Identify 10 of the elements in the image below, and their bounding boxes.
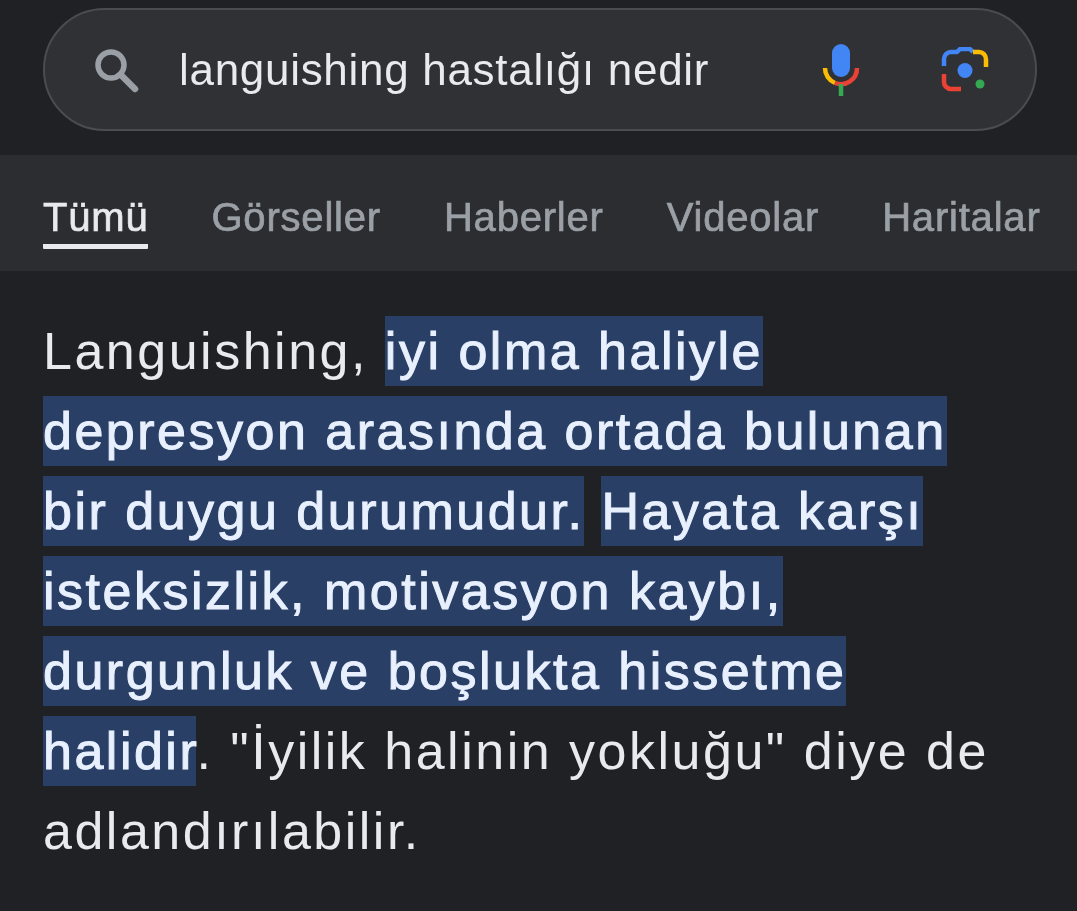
tab[interactable]: Görseller (211, 195, 381, 249)
tab[interactable]: Videolar (666, 195, 820, 249)
tab[interactable]: Haberler (443, 195, 604, 249)
tab[interactable]: Haritalar (882, 195, 1041, 249)
microphone-icon[interactable] (821, 42, 861, 97)
search-bar[interactable]: languishing hastalığı nedir (43, 8, 1037, 131)
tab[interactable]: Tümü (43, 195, 149, 249)
search-input[interactable]: languishing hastalığı nedir (179, 44, 801, 95)
search-icon (93, 46, 139, 93)
camera-icon[interactable] (941, 46, 989, 93)
